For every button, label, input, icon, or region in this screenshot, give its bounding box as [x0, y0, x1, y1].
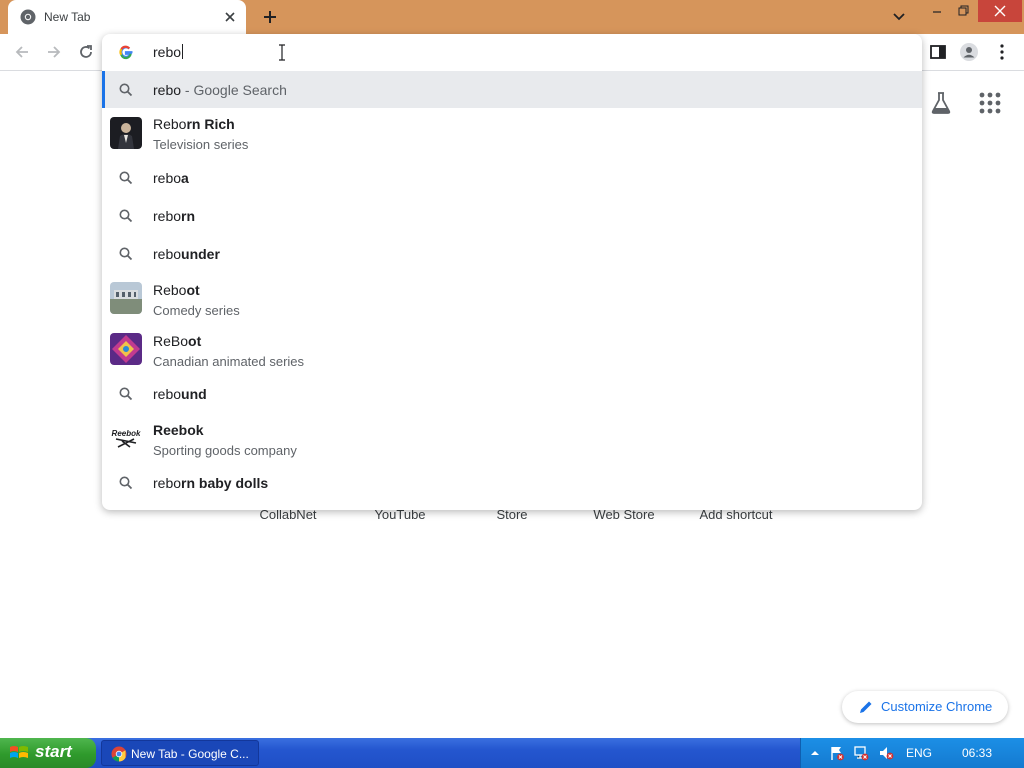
- suggestion-subtitle: Television series: [153, 137, 249, 152]
- pencil-icon: [860, 701, 872, 713]
- search-icon: [119, 476, 133, 490]
- search-icon: [119, 247, 133, 261]
- suggestion-subtitle: Sporting goods company: [153, 443, 297, 458]
- side-panel-icon[interactable]: [928, 42, 948, 62]
- suggestion-row-reborn-rich[interactable]: Reborn Rich Television series: [102, 108, 922, 157]
- reload-icon[interactable]: [76, 42, 96, 62]
- start-button[interactable]: start: [0, 738, 96, 768]
- flag-alert-icon[interactable]: [829, 745, 845, 761]
- close-tab-icon[interactable]: [222, 9, 238, 25]
- taskbar-item-label: New Tab - Google C...: [131, 747, 249, 761]
- suggestion-row-reborn[interactable]: reborn: [102, 197, 922, 235]
- svg-text:Reebok: Reebok: [112, 429, 141, 438]
- search-icon: [119, 171, 133, 185]
- suggestion-row-reboot-animated[interactable]: ReBoot Canadian animated series: [102, 325, 922, 375]
- suggestion-title: Reboot: [153, 282, 200, 298]
- close-window-button[interactable]: [978, 0, 1022, 22]
- close-icon: [994, 5, 1006, 17]
- suggestion-text: rebound: [153, 386, 207, 402]
- reborn-rich-thumbnail: [110, 117, 142, 149]
- google-g-icon: [119, 45, 133, 60]
- taskbar-item-chrome[interactable]: New Tab - Google C...: [101, 740, 259, 766]
- back-arrow-icon[interactable]: [12, 42, 32, 62]
- search-icon: [119, 83, 133, 97]
- tab-new-tab[interactable]: New Tab: [8, 0, 246, 34]
- suggestion-text: reborn: [153, 208, 196, 224]
- volume-muted-icon[interactable]: [878, 745, 894, 761]
- text-cursor-icon: [279, 44, 285, 61]
- suggestion-row-reboot[interactable]: Reboot Comedy series: [102, 274, 922, 324]
- omnibox-input[interactable]: rebo: [102, 34, 922, 70]
- suggestion-row-google-search[interactable]: rebo - Google Search: [102, 71, 922, 108]
- suggestion-row-reebok[interactable]: Reebok Reebok Sporting goods company: [102, 414, 922, 464]
- restore-icon[interactable]: [952, 0, 974, 22]
- customize-chrome-label: Customize Chrome: [881, 699, 993, 714]
- input-language[interactable]: ENG: [906, 746, 932, 760]
- start-label: start: [35, 742, 72, 761]
- search-icon: [119, 209, 133, 223]
- omnibox-dropdown: rebo rebo - Google Search Reborn Rich Te…: [102, 34, 922, 510]
- omnibox-text[interactable]: rebo: [153, 44, 184, 60]
- suggestion-title: ReBoot: [153, 333, 202, 349]
- windows-taskbar: start New Tab - Google C... ENG 06:33: [0, 738, 1024, 768]
- show-hidden-icons-icon[interactable]: [807, 745, 823, 761]
- text-caret: [182, 44, 184, 59]
- suggestion-subtitle: Canadian animated series: [153, 354, 305, 369]
- customize-chrome-button[interactable]: Customize Chrome: [842, 691, 1008, 723]
- chrome-icon: [20, 9, 36, 25]
- reebok-logo: Reebok: [110, 423, 142, 455]
- network-disconnected-icon[interactable]: [853, 745, 869, 761]
- labs-flask-icon[interactable]: [930, 91, 952, 115]
- tab-title: New Tab: [44, 10, 91, 24]
- suggestion-row-rebound[interactable]: rebound: [102, 375, 922, 413]
- profile-avatar-icon[interactable]: [959, 42, 979, 62]
- windows-logo-icon: [10, 746, 28, 758]
- reboot-animated-thumbnail: [110, 333, 142, 365]
- suggestion-title: Reborn Rich: [153, 116, 235, 132]
- forward-arrow-icon[interactable]: [44, 42, 64, 62]
- more-menu-icon[interactable]: [992, 42, 1012, 62]
- clock[interactable]: 06:33: [962, 746, 992, 760]
- suggestion-subtitle: Comedy series: [153, 303, 240, 318]
- chrome-icon: [111, 746, 127, 762]
- google-apps-icon[interactable]: [978, 91, 1002, 115]
- suggestion-row-reborn-baby-dolls[interactable]: reborn baby dolls: [102, 464, 922, 502]
- suggestion-text: reborn baby dolls: [153, 475, 269, 491]
- suggestion-text: reboa: [153, 170, 189, 186]
- suggestion-text: rebounder: [153, 246, 220, 262]
- suggestion-text: rebo - Google Search: [153, 82, 287, 98]
- suggestion-title: Reebok: [153, 422, 204, 438]
- new-tab-icon[interactable]: [260, 7, 280, 27]
- tab-search-chevron-icon[interactable]: [890, 9, 908, 25]
- reboot-thumbnail: [110, 282, 142, 314]
- selection-indicator: [102, 71, 105, 108]
- suggestion-row-reboa[interactable]: reboa: [102, 159, 922, 197]
- minimize-icon[interactable]: [926, 0, 948, 22]
- suggestion-row-rebounder[interactable]: rebounder: [102, 235, 922, 273]
- system-tray: ENG 06:33: [800, 738, 1024, 768]
- title-bar: New Tab: [0, 0, 1024, 34]
- search-icon: [119, 387, 133, 401]
